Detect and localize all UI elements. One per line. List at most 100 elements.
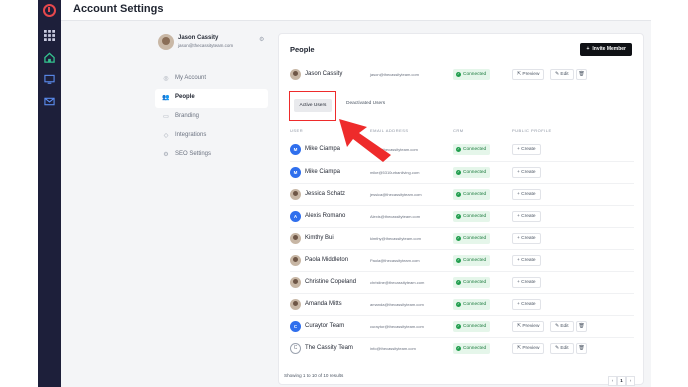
create-label: Create [521, 147, 536, 152]
create-profile-button[interactable]: + Create [512, 299, 541, 310]
create-label: Create [521, 214, 536, 219]
status-badge: ✓ Connected [453, 189, 491, 200]
create-profile-button[interactable]: + Create [512, 167, 541, 178]
nav-item-integrations[interactable]: ◇ Integrations [155, 127, 268, 146]
app-rail [38, 0, 61, 387]
status-badge-label: Connected [463, 214, 487, 219]
logo-icon[interactable] [43, 4, 56, 17]
profile-name: Jason Cassity [178, 35, 219, 41]
next-page-button[interactable]: › [626, 376, 635, 386]
avatar [290, 277, 301, 288]
settings-nav: ◎ My Account 👥 People ▭ Branding ◇ Integ… [155, 70, 268, 165]
create-profile-button[interactable]: + Create [512, 277, 541, 288]
nav-item-branding[interactable]: ▭ Branding [155, 108, 268, 127]
page-number-button[interactable]: 1 [617, 376, 626, 386]
user-name: Mike Ciampa [305, 169, 341, 175]
status-badge: ✓ Connected [453, 69, 491, 80]
avatar: C [290, 321, 301, 332]
trash-icon: 🗑 [578, 324, 585, 329]
preview-button[interactable]: ⇱ Preview [512, 321, 545, 332]
table-row: A Alexis Romano Alexis@thecassityteam.com ✓… [290, 205, 634, 227]
trash-icon: 🗑 [578, 72, 585, 77]
preview-button[interactable]: ⇱ Preview [512, 343, 545, 354]
create-profile-button[interactable]: + Create [512, 211, 541, 222]
panel-title: People [290, 45, 315, 54]
delete-button[interactable]: 🗑 [576, 321, 587, 332]
status-badge-label: Connected [463, 236, 487, 241]
avatar: M [290, 144, 301, 155]
edit-button[interactable]: ✎ Edit [550, 321, 574, 332]
preview-button[interactable]: ⇱ Preview [512, 69, 545, 80]
nav-item-label: Branding [175, 113, 200, 119]
nav-item-label: My Account [175, 75, 207, 81]
edit-label: Edit [560, 346, 569, 351]
status-badge-label: Connected [463, 147, 487, 152]
table-row: M Mike Ciampa mike@5310urbanliving.com ✓ Con… [290, 161, 634, 183]
preview-label: Preview [522, 72, 540, 77]
invite-member-button[interactable]: + Invite Member [580, 43, 632, 56]
check-icon: ✓ [456, 346, 461, 351]
trash-icon: 🗑 [578, 346, 585, 351]
create-label: Create [521, 258, 536, 263]
user-email: info@thecassityteam.com [370, 346, 416, 351]
grid-icon[interactable] [44, 30, 55, 41]
status-badge-label: Connected [463, 280, 487, 285]
screenshot-root: Account Settings Jason Cassity jason@the… [0, 0, 688, 387]
mail-icon[interactable] [44, 96, 55, 107]
table-row: Jessica Schatz jessica@thecassityteam.com… [290, 183, 634, 205]
seo-icon: ⚙ [163, 152, 169, 158]
home-icon[interactable] [44, 52, 55, 63]
monitor-icon[interactable] [44, 74, 55, 85]
tab-deactivated-users[interactable]: Deactivated Users [346, 101, 385, 106]
user-email: mike@5310urbanliving.com [370, 170, 420, 175]
create-profile-button[interactable]: + Create [512, 255, 541, 266]
tab-active-users[interactable]: Active Users [294, 99, 332, 112]
nav-item-seo-settings[interactable]: ⚙ SEO Settings [155, 146, 268, 165]
delete-button[interactable]: 🗑 [576, 343, 587, 354]
plus-icon: + [586, 46, 590, 52]
status-badge: ✓ Connected [453, 321, 491, 332]
user-email: curaytor@thecassityteam.com [370, 324, 424, 329]
preview-label: Preview [522, 346, 540, 351]
status-badge: ✓ Connected [453, 343, 491, 354]
table-row: Christine Copeland christine@thecassityte… [290, 271, 634, 293]
status-badge: ✓ Connected [453, 299, 491, 310]
edit-button[interactable]: ✎ Edit [550, 69, 574, 80]
user-email: christine@thecassityteam.com [370, 280, 425, 285]
create-label: Create [521, 302, 536, 307]
people-icon: 👥 [162, 95, 170, 101]
annotation-arrow-icon [339, 119, 391, 162]
user-email: Paola@thecassityteam.com [370, 258, 420, 263]
user-name: Amanda Mitts [305, 301, 342, 307]
table-row: Paola Middleton Paola@thecassityteam.com ✓… [290, 249, 634, 271]
status-badge-label: Connected [463, 346, 487, 351]
create-profile-button[interactable]: + Create [512, 144, 541, 155]
user-name: The Cassity Team [305, 345, 353, 351]
create-label: Create [521, 236, 536, 241]
user-email: amanda@thecassityteam.com [370, 302, 424, 307]
create-profile-button[interactable]: + Create [512, 233, 541, 244]
nav-item-label: SEO Settings [175, 151, 212, 157]
right-gutter [651, 0, 688, 387]
nav-item-people[interactable]: 👥 People [155, 89, 268, 108]
page-title: Account Settings [73, 3, 164, 15]
status-badge-label: Connected [463, 170, 487, 175]
users-table: M Mike Ciampa mike@thecassityteam.com ✓ Conn… [290, 139, 634, 359]
avatar: A [290, 211, 301, 222]
user-name: Jessica Schatz [305, 191, 346, 197]
nav-item-my-account[interactable]: ◎ My Account [155, 70, 268, 89]
status-badge: ✓ Connected [453, 277, 491, 288]
user-name: Kimthy Bui [305, 235, 334, 241]
prev-page-button[interactable]: ‹ [608, 376, 617, 386]
check-icon: ✓ [456, 302, 461, 307]
user-name: Mike Ciampa [305, 146, 341, 152]
status-badge-label: Connected [463, 302, 487, 307]
create-label: Create [521, 192, 536, 197]
create-profile-button[interactable]: + Create [512, 189, 541, 200]
gear-icon[interactable]: ⚙ [259, 36, 264, 43]
edit-button[interactable]: ✎ Edit [550, 343, 574, 354]
delete-button[interactable]: 🗑 [576, 69, 587, 80]
user-email: kimthy@thecassityteam.com [370, 236, 421, 241]
avatar [158, 34, 174, 50]
table-row: C Curaytor Team curaytor@thecassityteam.co… [290, 315, 634, 337]
